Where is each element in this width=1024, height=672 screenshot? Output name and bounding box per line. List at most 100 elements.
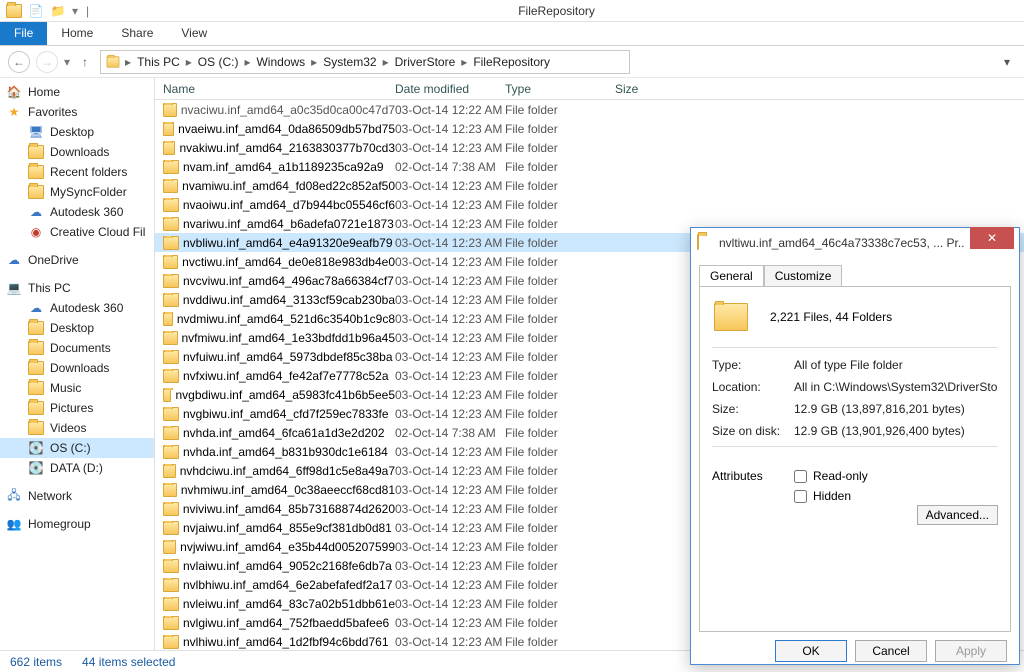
- tab-customize[interactable]: Customize: [764, 265, 843, 287]
- file-date: 03-Oct-14 12:23 AM: [395, 407, 505, 421]
- file-date: 03-Oct-14 12:23 AM: [395, 217, 505, 231]
- new-folder-icon[interactable]: 📁: [50, 3, 66, 19]
- sidebar-item-documents[interactable]: Documents: [0, 338, 154, 358]
- tab-file[interactable]: File: [0, 22, 47, 45]
- column-type[interactable]: Type: [505, 82, 615, 96]
- sidebar-item-downloads[interactable]: Downloads: [0, 142, 154, 162]
- location-value: All in C:\Windows\System32\DriverStore\F…: [794, 380, 998, 394]
- size-value: 12.9 GB (13,897,816,201 bytes): [794, 402, 998, 416]
- sidebar-item-downloads2[interactable]: Downloads: [0, 358, 154, 378]
- checkbox-input[interactable]: [794, 490, 807, 503]
- ok-button[interactable]: OK: [775, 640, 847, 662]
- sidebar-item-autodesk2[interactable]: ☁Autodesk 360: [0, 298, 154, 318]
- file-type: File folder: [505, 236, 615, 250]
- sidebar-item-favorites[interactable]: ★Favorites: [0, 102, 154, 122]
- qat-dropdown-icon[interactable]: ▾: [72, 4, 78, 18]
- column-date[interactable]: Date modified: [395, 82, 505, 96]
- table-row[interactable]: nvaciwu.inf_amd64_a0c35d0ca00c47d703-Oct…: [155, 100, 1024, 119]
- file-type: File folder: [505, 122, 615, 136]
- hidden-checkbox[interactable]: Hidden: [794, 489, 998, 503]
- file-type: File folder: [505, 160, 615, 174]
- dialog-title-bar[interactable]: nvltiwu.inf_amd64_46c4a73338c7ec53, ... …: [691, 228, 1019, 258]
- tab-view[interactable]: View: [167, 22, 221, 45]
- sidebar-item-desktop[interactable]: 🖥Desktop: [0, 122, 154, 142]
- history-dropdown-icon[interactable]: ▾: [64, 55, 70, 69]
- file-name: nvfuiwu.inf_amd64_5973dbdef85c38ba: [183, 350, 393, 364]
- chevron-right-icon[interactable]: ▸: [309, 55, 319, 69]
- sidebar-item-thispc[interactable]: 💻This PC: [0, 278, 154, 298]
- sidebar-item-desktop2[interactable]: Desktop: [0, 318, 154, 338]
- address-dropdown-icon[interactable]: ▾: [998, 55, 1016, 69]
- attributes-label: Attributes: [712, 469, 794, 509]
- file-type: File folder: [505, 103, 615, 117]
- file-type: File folder: [505, 426, 615, 440]
- up-button[interactable]: ↑: [76, 55, 94, 69]
- folder-icon: [28, 360, 44, 376]
- tab-general[interactable]: General: [699, 265, 764, 287]
- title-bar: 📄 📁 ▾ | FileRepository: [0, 0, 1024, 22]
- table-row[interactable]: nvamiwu.inf_amd64_fd08ed22c852af5003-Oct…: [155, 176, 1024, 195]
- file-type: File folder: [505, 407, 615, 421]
- file-date: 03-Oct-14 12:23 AM: [395, 616, 505, 630]
- file-date: 02-Oct-14 7:38 AM: [395, 160, 505, 174]
- table-row[interactable]: nvam.inf_amd64_a1b1189235ca92a902-Oct-14…: [155, 157, 1024, 176]
- size-on-disk-label: Size on disk:: [712, 424, 794, 438]
- sidebar-item-videos[interactable]: Videos: [0, 418, 154, 438]
- sidebar-item-mysync[interactable]: MySyncFolder: [0, 182, 154, 202]
- file-type: File folder: [505, 464, 615, 478]
- file-type: File folder: [505, 635, 615, 649]
- checkbox-input[interactable]: [794, 470, 807, 483]
- sidebar-item-home[interactable]: 🏠Home: [0, 82, 154, 102]
- sidebar-item-onedrive[interactable]: ☁OneDrive: [0, 250, 154, 270]
- forward-button[interactable]: →: [36, 51, 58, 73]
- table-row[interactable]: nvaeiwu.inf_amd64_0da86509db57bd7503-Oct…: [155, 119, 1024, 138]
- chevron-right-icon[interactable]: ▸: [459, 55, 469, 69]
- sidebar-item-os-c[interactable]: 💽OS (C:): [0, 438, 154, 458]
- column-size[interactable]: Size: [615, 82, 675, 96]
- file-type: File folder: [505, 502, 615, 516]
- folder-icon: [163, 160, 179, 174]
- breadcrumb-seg[interactable]: FileRepository: [471, 55, 552, 69]
- folder-icon: [163, 559, 179, 573]
- breadcrumb-seg[interactable]: System32: [321, 55, 378, 69]
- sidebar-item-homegroup[interactable]: 👥Homegroup: [0, 514, 154, 534]
- file-name: nvariwu.inf_amd64_b6adefa0721e1873: [183, 217, 394, 231]
- tab-share[interactable]: Share: [107, 22, 167, 45]
- sidebar-item-music[interactable]: Music: [0, 378, 154, 398]
- table-row[interactable]: nvaoiwu.inf_amd64_d7b944bc05546cf603-Oct…: [155, 195, 1024, 214]
- chevron-right-icon[interactable]: ▸: [123, 55, 133, 69]
- file-name: nvamiwu.inf_amd64_fd08ed22c852af50: [182, 179, 395, 193]
- breadcrumb-seg[interactable]: Windows: [254, 55, 307, 69]
- cloud-icon: ☁: [28, 300, 44, 316]
- apply-button[interactable]: Apply: [935, 640, 1007, 662]
- chevron-right-icon[interactable]: ▸: [381, 55, 391, 69]
- dialog-title: nvltiwu.inf_amd64_46c4a73338c7ec53, ... …: [719, 236, 964, 250]
- folder-icon: [163, 141, 175, 155]
- breadcrumb-seg[interactable]: This PC: [135, 55, 182, 69]
- breadcrumb-seg[interactable]: OS (C:): [196, 55, 241, 69]
- tab-home[interactable]: Home: [47, 22, 107, 45]
- sidebar-item-recent[interactable]: Recent folders: [0, 162, 154, 182]
- sidebar-item-cc[interactable]: ◉Creative Cloud Fil: [0, 222, 154, 242]
- sidebar-item-pictures[interactable]: Pictures: [0, 398, 154, 418]
- sidebar-item-autodesk[interactable]: ☁Autodesk 360: [0, 202, 154, 222]
- file-date: 03-Oct-14 12:23 AM: [395, 578, 505, 592]
- readonly-checkbox[interactable]: Read-only: [794, 469, 998, 483]
- chevron-right-icon[interactable]: ▸: [184, 55, 194, 69]
- folder-icon: [163, 445, 179, 459]
- cancel-button[interactable]: Cancel: [855, 640, 927, 662]
- chevron-right-icon[interactable]: ▸: [242, 55, 252, 69]
- properties-icon[interactable]: 📄: [28, 3, 44, 19]
- breadcrumb-seg[interactable]: DriverStore: [393, 55, 458, 69]
- close-button[interactable]: ✕: [970, 227, 1014, 249]
- table-row[interactable]: nvakiwu.inf_amd64_2163830377b70cd303-Oct…: [155, 138, 1024, 157]
- file-type: File folder: [505, 483, 615, 497]
- advanced-button[interactable]: Advanced...: [917, 505, 998, 525]
- folder-icon: [6, 3, 22, 19]
- address-bar[interactable]: ▸ This PC ▸ OS (C:) ▸ Windows ▸ System32…: [100, 50, 630, 74]
- sidebar-item-network[interactable]: 🖧Network: [0, 486, 154, 506]
- back-button[interactable]: ←: [8, 51, 30, 73]
- file-type: File folder: [505, 198, 615, 212]
- sidebar-item-data-d[interactable]: 💽DATA (D:): [0, 458, 154, 478]
- column-name[interactable]: Name: [155, 82, 395, 96]
